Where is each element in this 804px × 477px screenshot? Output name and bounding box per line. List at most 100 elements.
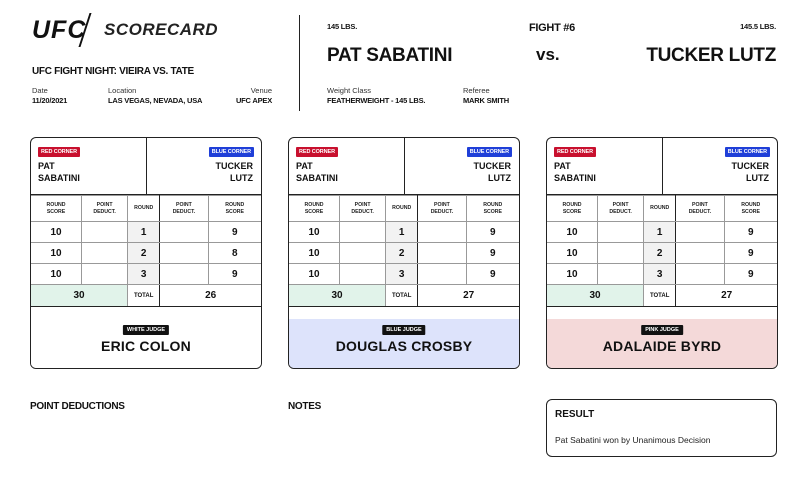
referee-label: Referee [463,86,490,95]
red-point-deduction [339,263,387,285]
round-row: 10 3 9 [31,263,261,285]
red-last-name: SABATINI [554,173,596,183]
blue-point-deduction [675,263,725,285]
round-row: 10 2 9 [547,242,777,264]
red-point-deduct-header: POINT DEDUCT. [339,195,387,222]
score-table: ROUND SCORE POINT DEDUCT. ROUND POINT DEDUC… [547,195,777,307]
round-number: 1 [643,221,677,243]
location-label: Location [108,86,137,95]
ufc-logo: UFC [32,16,87,44]
round-row: 10 2 8 [31,242,261,264]
total-row: 30 TOTAL 26 [31,284,261,307]
blue-point-deduct-header: POINT DEDUCT. [675,195,725,222]
fight-number: FIGHT #6 [529,22,575,34]
red-point-deduct-header: POINT DEDUCT. [81,195,129,222]
blue-round-score: 9 [207,221,261,243]
result-title: RESULT [555,409,595,420]
weight-class-value: FEATHERWEIGHT - 145 LBS. [327,96,426,105]
blue-total: 26 [159,284,261,307]
blue-point-deduction [417,263,467,285]
judge-area: BLUE JUDGE DOUGLAS CROSBY [289,319,519,368]
round-number: 3 [643,263,677,285]
round-header: ROUND [385,195,419,222]
blue-last-name: LUTZ [746,173,769,183]
round-row: 10 1 9 [547,221,777,243]
red-point-deduction [597,242,645,264]
corner-divider [404,138,405,195]
blue-corner-fighter: TUCKER LUTZ [732,160,770,184]
red-point-deduction [81,263,129,285]
red-last-name: SABATINI [296,173,338,183]
venue-label: Venue [250,86,272,95]
red-point-deduction [339,221,387,243]
red-corner-badge: RED CORNER [296,147,338,157]
venue-value: UFC APEX [235,96,272,105]
judge-card-pink: RED CORNER BLUE CORNER PAT SABATINI TUCK… [546,137,778,369]
red-point-deduction [81,221,129,243]
blue-fighter-weight: 145.5 LBS. [740,22,776,31]
red-round-score: 10 [31,221,83,243]
red-point-deduction [597,221,645,243]
blue-point-deduct-header: POINT DEDUCT. [159,195,209,222]
round-number: 3 [385,263,419,285]
red-round-score: 10 [31,263,83,285]
red-point-deduction [339,242,387,264]
round-row: 10 3 9 [547,263,777,285]
round-row: 10 2 9 [289,242,519,264]
point-deductions-title: POINT DEDUCTIONS [30,401,125,412]
blue-point-deduct-header: POINT DEDUCT. [417,195,467,222]
red-point-deduction [597,263,645,285]
judge-name: ERIC COLON [101,338,191,354]
notes-title: NOTES [288,401,321,412]
judge-name: DOUGLAS CROSBY [335,338,473,354]
round-row: 10 3 9 [289,263,519,285]
round-number: 2 [385,242,419,264]
corner-divider [146,138,147,195]
red-round-score-header: ROUND SCORE [289,195,341,222]
date-value: 11/20/2021 [32,96,68,105]
blue-point-deduction [159,242,209,264]
blue-point-deduction [417,242,467,264]
blue-first-name: TUCKER [473,161,512,171]
judge-name: ADALAIDE BYRD [602,338,722,354]
judge-area: PINK JUDGE ADALAIDE BYRD [547,319,777,368]
round-number: 1 [385,221,419,243]
round-header: ROUND [643,195,677,222]
blue-first-name: TUCKER [731,161,770,171]
red-fighter-name: PAT SABATINI [327,45,453,66]
red-corner-badge: RED CORNER [554,147,596,157]
red-first-name: PAT [554,161,571,171]
red-corner-badge: RED CORNER [38,147,80,157]
round-header: ROUND [127,195,161,222]
page-title: SCORECARD [104,20,219,39]
red-first-name: PAT [296,161,313,171]
score-table: ROUND SCORE POINT DEDUCT. ROUND POINT DEDUC… [31,195,261,307]
blue-round-score: 9 [723,221,777,243]
red-round-score-header: ROUND SCORE [547,195,599,222]
result-text: Pat Sabatini won by Unanimous Decision [555,435,711,445]
blue-point-deduction [675,242,725,264]
blue-corner-badge: BLUE CORNER [466,147,512,157]
round-number: 2 [127,242,161,264]
red-point-deduction [81,242,129,264]
score-header-row: ROUND SCORE POINT DEDUCT. ROUND POINT DEDUC… [289,195,519,222]
blue-point-deduction [159,221,209,243]
total-row: 30 TOTAL 27 [547,284,777,307]
total-label: TOTAL [127,284,161,307]
red-total: 30 [31,284,129,307]
blue-corner-badge: BLUE CORNER [724,147,770,157]
judge-card-white: RED CORNER BLUE CORNER PAT SABATINI TUCK… [30,137,262,369]
referee-value: MARK SMITH [463,96,509,105]
red-corner-fighter: PAT SABATINI [38,160,80,184]
red-corner-fighter: PAT SABATINI [554,160,596,184]
blue-corner-badge: BLUE CORNER [208,147,254,157]
blue-round-score: 9 [723,263,777,285]
judge-badge: PINK JUDGE [641,325,683,335]
judge-badge: WHITE JUDGE [122,325,170,335]
judge-area: WHITE JUDGE ERIC COLON [31,319,261,368]
red-total: 30 [289,284,387,307]
red-round-score-header: ROUND SCORE [31,195,83,222]
score-header-row: ROUND SCORE POINT DEDUCT. ROUND POINT DEDUC… [547,195,777,222]
date-label: Date [32,86,48,95]
blue-total: 27 [675,284,777,307]
